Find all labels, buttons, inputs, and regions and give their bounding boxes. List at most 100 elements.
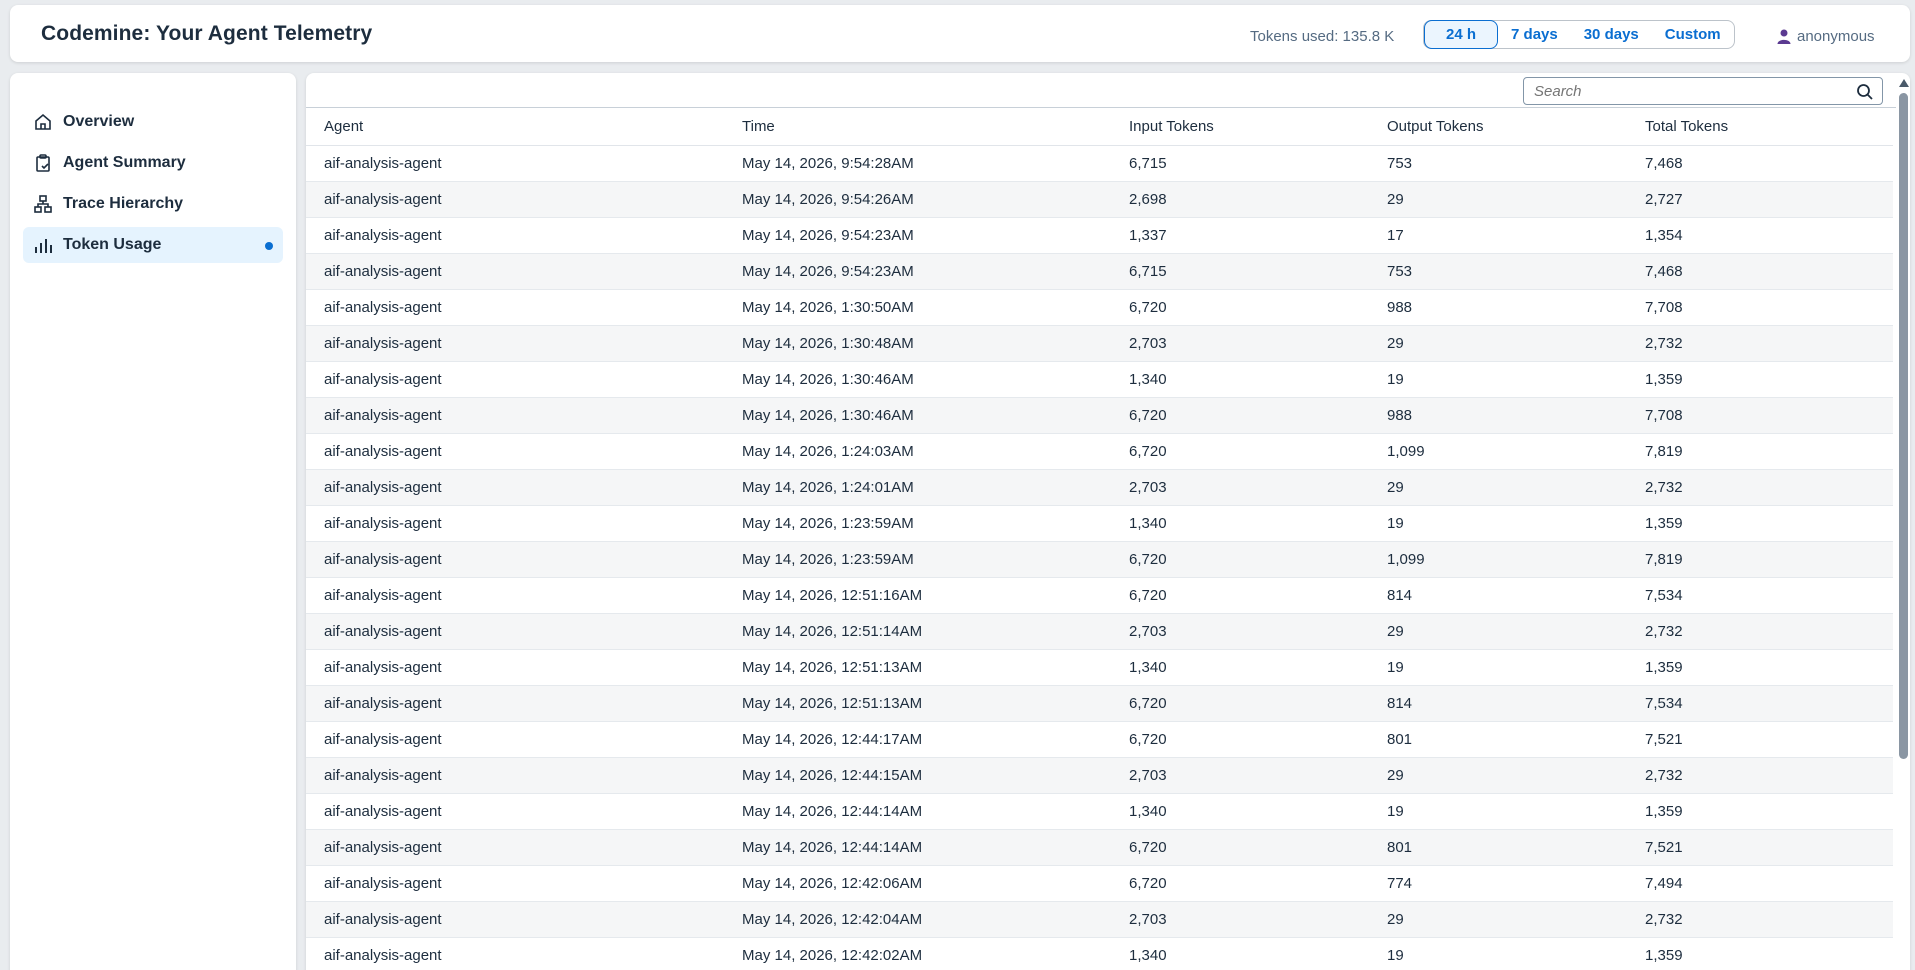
- table-row[interactable]: aif-analysis-agent May 14, 2026, 1:23:59A…: [306, 505, 1893, 542]
- user-menu[interactable]: anonymous: [1777, 28, 1875, 45]
- time-cell: May 14, 2026, 9:54:28AM: [724, 145, 1111, 182]
- time-cell: May 14, 2026, 1:24:01AM: [724, 469, 1111, 506]
- input-tokens-cell: 2,703: [1111, 469, 1369, 506]
- sidebar-item-trace-hierarchy[interactable]: Trace Hierarchy: [23, 186, 283, 222]
- total-tokens-cell: 7,708: [1627, 289, 1893, 326]
- agent-cell: aif-analysis-agent: [306, 901, 724, 938]
- user-name: anonymous: [1797, 28, 1875, 45]
- time-cell: May 14, 2026, 1:23:59AM: [724, 505, 1111, 542]
- time-cell: May 14, 2026, 12:51:13AM: [724, 685, 1111, 722]
- table-row[interactable]: aif-analysis-agent May 14, 2026, 1:30:48A…: [306, 325, 1893, 362]
- column-header-agent[interactable]: Agent: [306, 108, 724, 146]
- output-tokens-cell: 19: [1369, 361, 1627, 398]
- hierarchy-icon: [33, 194, 53, 214]
- agent-cell: aif-analysis-agent: [306, 253, 724, 290]
- table-row[interactable]: aif-analysis-agent May 14, 2026, 9:54:28A…: [306, 145, 1893, 182]
- total-tokens-cell: 7,534: [1627, 577, 1893, 614]
- input-tokens-cell: 6,720: [1111, 865, 1369, 902]
- sidebar: Overview Agent Summary Trace Hierarchy T…: [10, 73, 296, 970]
- time-cell: May 14, 2026, 1:24:03AM: [724, 433, 1111, 470]
- table-row[interactable]: aif-analysis-agent May 14, 2026, 12:42:02…: [306, 937, 1893, 970]
- total-tokens-cell: 7,819: [1627, 541, 1893, 578]
- table-row[interactable]: aif-analysis-agent May 14, 2026, 12:42:04…: [306, 901, 1893, 938]
- agent-cell: aif-analysis-agent: [306, 505, 724, 542]
- time-cell: May 14, 2026, 12:51:14AM: [724, 613, 1111, 650]
- output-tokens-cell: 19: [1369, 649, 1627, 686]
- input-tokens-cell: 6,715: [1111, 253, 1369, 290]
- vertical-scrollbar[interactable]: [1896, 75, 1910, 970]
- total-tokens-cell: 2,732: [1627, 469, 1893, 506]
- search-icon[interactable]: [1856, 83, 1874, 101]
- agent-cell: aif-analysis-agent: [306, 433, 724, 470]
- agent-cell: aif-analysis-agent: [306, 829, 724, 866]
- total-tokens-cell: 2,732: [1627, 757, 1893, 794]
- table-row[interactable]: aif-analysis-agent May 14, 2026, 1:24:01A…: [306, 469, 1893, 506]
- column-header-total-tokens[interactable]: Total Tokens: [1627, 108, 1893, 146]
- agent-cell: aif-analysis-agent: [306, 649, 724, 686]
- range-custom-button[interactable]: Custom: [1652, 20, 1734, 49]
- table-row[interactable]: aif-analysis-agent May 14, 2026, 12:44:15…: [306, 757, 1893, 794]
- active-indicator-dot: [265, 242, 273, 250]
- output-tokens-cell: 814: [1369, 577, 1627, 614]
- scroll-up-arrow-icon[interactable]: [1899, 79, 1909, 87]
- search-input[interactable]: [1524, 82, 1844, 100]
- column-header-time[interactable]: Time: [724, 108, 1111, 146]
- table-row[interactable]: aif-analysis-agent May 14, 2026, 1:23:59A…: [306, 541, 1893, 578]
- total-tokens-cell: 1,354: [1627, 217, 1893, 254]
- time-cell: May 14, 2026, 12:44:14AM: [724, 793, 1111, 830]
- output-tokens-cell: 753: [1369, 253, 1627, 290]
- agent-cell: aif-analysis-agent: [306, 541, 724, 578]
- table-row[interactable]: aif-analysis-agent May 14, 2026, 12:51:13…: [306, 685, 1893, 722]
- table-row[interactable]: aif-analysis-agent May 14, 2026, 1:30:46A…: [306, 397, 1893, 434]
- table-row[interactable]: aif-analysis-agent May 14, 2026, 9:54:23A…: [306, 253, 1893, 290]
- total-tokens-cell: 1,359: [1627, 793, 1893, 830]
- total-tokens-cell: 2,727: [1627, 181, 1893, 218]
- table-row[interactable]: aif-analysis-agent May 14, 2026, 9:54:23A…: [306, 217, 1893, 254]
- input-tokens-cell: 2,703: [1111, 901, 1369, 938]
- time-cell: May 14, 2026, 12:51:16AM: [724, 577, 1111, 614]
- column-header-output-tokens[interactable]: Output Tokens: [1369, 108, 1627, 146]
- range-30days-button[interactable]: 30 days: [1571, 20, 1652, 49]
- output-tokens-cell: 29: [1369, 325, 1627, 362]
- range-24h-button[interactable]: 24 h: [1424, 20, 1499, 49]
- input-tokens-cell: 6,720: [1111, 397, 1369, 434]
- input-tokens-cell: 1,340: [1111, 793, 1369, 830]
- input-tokens-cell: 6,720: [1111, 541, 1369, 578]
- table-row[interactable]: aif-analysis-agent May 14, 2026, 1:24:03A…: [306, 433, 1893, 470]
- table-row[interactable]: aif-analysis-agent May 14, 2026, 12:44:17…: [306, 721, 1893, 758]
- column-header-input-tokens[interactable]: Input Tokens: [1111, 108, 1369, 146]
- time-cell: May 14, 2026, 12:44:14AM: [724, 829, 1111, 866]
- search-field: [1523, 77, 1883, 105]
- table-row[interactable]: aif-analysis-agent May 14, 2026, 12:51:13…: [306, 649, 1893, 686]
- output-tokens-cell: 29: [1369, 469, 1627, 506]
- input-tokens-cell: 2,703: [1111, 757, 1369, 794]
- app-header: Codemine: Your Agent Telemetry Tokens us…: [10, 5, 1910, 62]
- time-cell: May 14, 2026, 1:30:46AM: [724, 361, 1111, 398]
- time-cell: May 14, 2026, 1:30:50AM: [724, 289, 1111, 326]
- range-7days-button[interactable]: 7 days: [1498, 20, 1571, 49]
- scrollbar-thumb[interactable]: [1899, 93, 1908, 759]
- sidebar-item-overview[interactable]: Overview: [23, 104, 283, 140]
- table-row[interactable]: aif-analysis-agent May 14, 2026, 12:44:14…: [306, 793, 1893, 830]
- input-tokens-cell: 6,720: [1111, 829, 1369, 866]
- table-row[interactable]: aif-analysis-agent May 14, 2026, 12:42:06…: [306, 865, 1893, 902]
- agent-cell: aif-analysis-agent: [306, 469, 724, 506]
- total-tokens-cell: 1,359: [1627, 649, 1893, 686]
- agent-cell: aif-analysis-agent: [306, 145, 724, 182]
- input-tokens-cell: 6,720: [1111, 577, 1369, 614]
- table-row[interactable]: aif-analysis-agent May 14, 2026, 1:30:50A…: [306, 289, 1893, 326]
- agent-cell: aif-analysis-agent: [306, 757, 724, 794]
- output-tokens-cell: 29: [1369, 613, 1627, 650]
- table-row[interactable]: aif-analysis-agent May 14, 2026, 12:44:14…: [306, 829, 1893, 866]
- agent-cell: aif-analysis-agent: [306, 577, 724, 614]
- table-row[interactable]: aif-analysis-agent May 14, 2026, 9:54:26A…: [306, 181, 1893, 218]
- agent-cell: aif-analysis-agent: [306, 217, 724, 254]
- table-row[interactable]: aif-analysis-agent May 14, 2026, 12:51:16…: [306, 577, 1893, 614]
- total-tokens-cell: 7,468: [1627, 145, 1893, 182]
- sidebar-item-token-usage[interactable]: Token Usage: [23, 227, 283, 263]
- sidebar-item-agent-summary[interactable]: Agent Summary: [23, 145, 283, 181]
- output-tokens-cell: 19: [1369, 793, 1627, 830]
- output-tokens-cell: 801: [1369, 721, 1627, 758]
- table-row[interactable]: aif-analysis-agent May 14, 2026, 1:30:46A…: [306, 361, 1893, 398]
- table-row[interactable]: aif-analysis-agent May 14, 2026, 12:51:14…: [306, 613, 1893, 650]
